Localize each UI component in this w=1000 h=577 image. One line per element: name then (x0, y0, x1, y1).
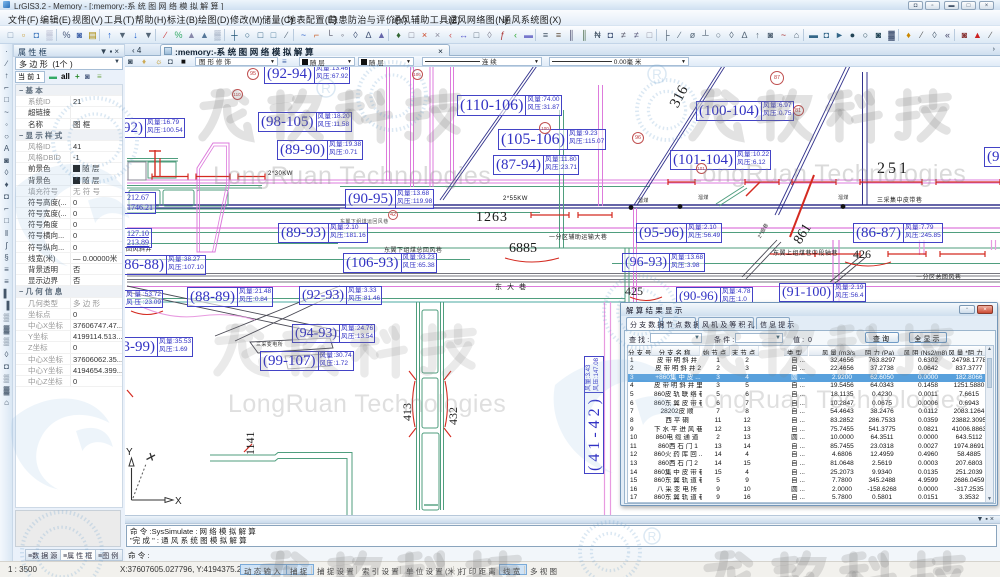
svg-text:Y: Y (126, 447, 133, 458)
svg-text:X: X (175, 496, 182, 507)
